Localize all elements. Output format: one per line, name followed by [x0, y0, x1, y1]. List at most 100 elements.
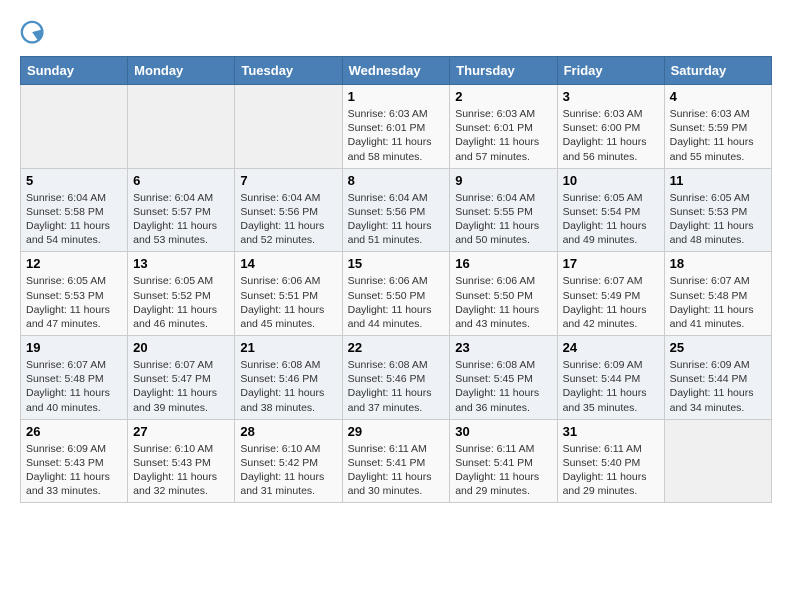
- day-number: 14: [240, 256, 336, 271]
- calendar-cell: 27 Sunrise: 6:10 AM Sunset: 5:43 PM Dayli…: [128, 419, 235, 503]
- calendar-cell: 1 Sunrise: 6:03 AM Sunset: 6:01 PM Daylig…: [342, 85, 450, 169]
- day-number: 13: [133, 256, 229, 271]
- calendar-cell: 25 Sunrise: 6:09 AM Sunset: 5:44 PM Dayli…: [664, 336, 771, 420]
- day-number: 31: [563, 424, 659, 439]
- logo-icon: [20, 20, 48, 48]
- day-number: 10: [563, 173, 659, 188]
- calendar-table: SundayMondayTuesdayWednesdayThursdayFrid…: [20, 56, 772, 503]
- calendar-cell: 14 Sunrise: 6:06 AM Sunset: 5:51 PM Dayli…: [235, 252, 342, 336]
- calendar-cell: 4Sunrise: 6:03 AM Sunset: 5:59 PM Daylig…: [664, 85, 771, 169]
- day-info: Sunrise: 6:04 AM Sunset: 5:57 PM Dayligh…: [133, 191, 229, 248]
- calendar-cell: 5 Sunrise: 6:04 AM Sunset: 5:58 PM Daylig…: [21, 168, 128, 252]
- calendar-cell: [235, 85, 342, 169]
- day-info: Sunrise: 6:07 AM Sunset: 5:48 PM Dayligh…: [670, 274, 766, 331]
- day-info: Sunrise: 6:11 AM Sunset: 5:41 PM Dayligh…: [348, 442, 445, 499]
- calendar-cell: 30 Sunrise: 6:11 AM Sunset: 5:41 PM Dayli…: [450, 419, 557, 503]
- day-number: 24: [563, 340, 659, 355]
- day-info: Sunrise: 6:06 AM Sunset: 5:50 PM Dayligh…: [348, 274, 445, 331]
- calendar-cell: 18 Sunrise: 6:07 AM Sunset: 5:48 PM Dayli…: [664, 252, 771, 336]
- weekday-header-monday: Monday: [128, 57, 235, 85]
- weekday-header-tuesday: Tuesday: [235, 57, 342, 85]
- calendar-cell: 3Sunrise: 6:03 AM Sunset: 6:00 PM Daylig…: [557, 85, 664, 169]
- calendar-cell: 12 Sunrise: 6:05 AM Sunset: 5:53 PM Dayli…: [21, 252, 128, 336]
- day-info: Sunrise: 6:08 AM Sunset: 5:46 PM Dayligh…: [240, 358, 336, 415]
- calendar-cell: 22 Sunrise: 6:08 AM Sunset: 5:46 PM Dayli…: [342, 336, 450, 420]
- day-info: Sunrise: 6:06 AM Sunset: 5:51 PM Dayligh…: [240, 274, 336, 331]
- day-info: Sunrise: 6:09 AM Sunset: 5:44 PM Dayligh…: [670, 358, 766, 415]
- calendar-cell: 7 Sunrise: 6:04 AM Sunset: 5:56 PM Daylig…: [235, 168, 342, 252]
- day-info: Sunrise: 6:09 AM Sunset: 5:43 PM Dayligh…: [26, 442, 122, 499]
- day-info: Sunrise: 6:08 AM Sunset: 5:46 PM Dayligh…: [348, 358, 445, 415]
- day-info: Sunrise: 6:11 AM Sunset: 5:40 PM Dayligh…: [563, 442, 659, 499]
- calendar-cell: 20 Sunrise: 6:07 AM Sunset: 5:47 PM Dayli…: [128, 336, 235, 420]
- calendar-cell: 9 Sunrise: 6:04 AM Sunset: 5:55 PM Daylig…: [450, 168, 557, 252]
- day-number: 19: [26, 340, 122, 355]
- calendar-cell: 23 Sunrise: 6:08 AM Sunset: 5:45 PM Dayli…: [450, 336, 557, 420]
- day-number: 8: [348, 173, 445, 188]
- day-info: Sunrise: 6:05 AM Sunset: 5:53 PM Dayligh…: [26, 274, 122, 331]
- day-number: 17: [563, 256, 659, 271]
- day-info: Sunrise: 6:07 AM Sunset: 5:48 PM Dayligh…: [26, 358, 122, 415]
- day-number: 21: [240, 340, 336, 355]
- day-number: 11: [670, 173, 766, 188]
- day-number: 30: [455, 424, 551, 439]
- day-number: 26: [26, 424, 122, 439]
- day-info: Sunrise: 6:08 AM Sunset: 5:45 PM Dayligh…: [455, 358, 551, 415]
- calendar-cell: 15 Sunrise: 6:06 AM Sunset: 5:50 PM Dayli…: [342, 252, 450, 336]
- calendar-cell: 13 Sunrise: 6:05 AM Sunset: 5:52 PM Dayli…: [128, 252, 235, 336]
- day-number: 6: [133, 173, 229, 188]
- day-info: Sunrise: 6:07 AM Sunset: 5:47 PM Dayligh…: [133, 358, 229, 415]
- day-info: Sunrise: 6:10 AM Sunset: 5:43 PM Dayligh…: [133, 442, 229, 499]
- calendar-cell: 11 Sunrise: 6:05 AM Sunset: 5:53 PM Dayli…: [664, 168, 771, 252]
- day-number: 20: [133, 340, 229, 355]
- day-number: 23: [455, 340, 551, 355]
- calendar-cell: 21 Sunrise: 6:08 AM Sunset: 5:46 PM Dayli…: [235, 336, 342, 420]
- logo: [20, 20, 50, 48]
- day-info: Sunrise: 6:05 AM Sunset: 5:53 PM Dayligh…: [670, 191, 766, 248]
- day-number: 22: [348, 340, 445, 355]
- day-number: 29: [348, 424, 445, 439]
- day-number: 18: [670, 256, 766, 271]
- day-number: 15: [348, 256, 445, 271]
- day-number: 12: [26, 256, 122, 271]
- calendar-cell: 24 Sunrise: 6:09 AM Sunset: 5:44 PM Dayli…: [557, 336, 664, 420]
- day-info: Sunrise: 6:05 AM Sunset: 5:52 PM Dayligh…: [133, 274, 229, 331]
- calendar-cell: 8Sunrise: 6:04 AM Sunset: 5:56 PM Daylig…: [342, 168, 450, 252]
- day-info: Sunrise: 6:07 AM Sunset: 5:49 PM Dayligh…: [563, 274, 659, 331]
- day-info: Sunrise: 6:04 AM Sunset: 5:55 PM Dayligh…: [455, 191, 551, 248]
- day-number: 28: [240, 424, 336, 439]
- day-info: Sunrise: 6:03 AM Sunset: 6:01 PM Dayligh…: [455, 107, 551, 164]
- day-info: Sunrise: 6:04 AM Sunset: 5:58 PM Dayligh…: [26, 191, 122, 248]
- day-info: Sunrise: 6:05 AM Sunset: 5:54 PM Dayligh…: [563, 191, 659, 248]
- day-number: 9: [455, 173, 551, 188]
- day-number: 4: [670, 89, 766, 104]
- day-info: Sunrise: 6:09 AM Sunset: 5:44 PM Dayligh…: [563, 358, 659, 415]
- calendar-cell: 31 Sunrise: 6:11 AM Sunset: 5:40 PM Dayli…: [557, 419, 664, 503]
- day-number: 27: [133, 424, 229, 439]
- calendar-cell: [128, 85, 235, 169]
- day-info: Sunrise: 6:04 AM Sunset: 5:56 PM Dayligh…: [240, 191, 336, 248]
- weekday-header-sunday: Sunday: [21, 57, 128, 85]
- day-info: Sunrise: 6:06 AM Sunset: 5:50 PM Dayligh…: [455, 274, 551, 331]
- day-number: 2: [455, 89, 551, 104]
- day-info: Sunrise: 6:11 AM Sunset: 5:41 PM Dayligh…: [455, 442, 551, 499]
- day-info: Sunrise: 6:10 AM Sunset: 5:42 PM Dayligh…: [240, 442, 336, 499]
- calendar-cell: 10 Sunrise: 6:05 AM Sunset: 5:54 PM Dayli…: [557, 168, 664, 252]
- calendar-cell: 6 Sunrise: 6:04 AM Sunset: 5:57 PM Daylig…: [128, 168, 235, 252]
- calendar-cell: 19 Sunrise: 6:07 AM Sunset: 5:48 PM Dayli…: [21, 336, 128, 420]
- calendar-cell: 17 Sunrise: 6:07 AM Sunset: 5:49 PM Dayli…: [557, 252, 664, 336]
- weekday-header-friday: Friday: [557, 57, 664, 85]
- calendar-cell: 28 Sunrise: 6:10 AM Sunset: 5:42 PM Dayli…: [235, 419, 342, 503]
- day-info: Sunrise: 6:03 AM Sunset: 6:01 PM Dayligh…: [348, 107, 445, 164]
- calendar-cell: 2 Sunrise: 6:03 AM Sunset: 6:01 PM Daylig…: [450, 85, 557, 169]
- day-number: 16: [455, 256, 551, 271]
- calendar-cell: [664, 419, 771, 503]
- calendar-cell: 16 Sunrise: 6:06 AM Sunset: 5:50 PM Dayli…: [450, 252, 557, 336]
- weekday-header-wednesday: Wednesday: [342, 57, 450, 85]
- weekday-header-saturday: Saturday: [664, 57, 771, 85]
- calendar-cell: [21, 85, 128, 169]
- day-number: 5: [26, 173, 122, 188]
- day-number: 7: [240, 173, 336, 188]
- day-number: 1: [348, 89, 445, 104]
- day-number: 25: [670, 340, 766, 355]
